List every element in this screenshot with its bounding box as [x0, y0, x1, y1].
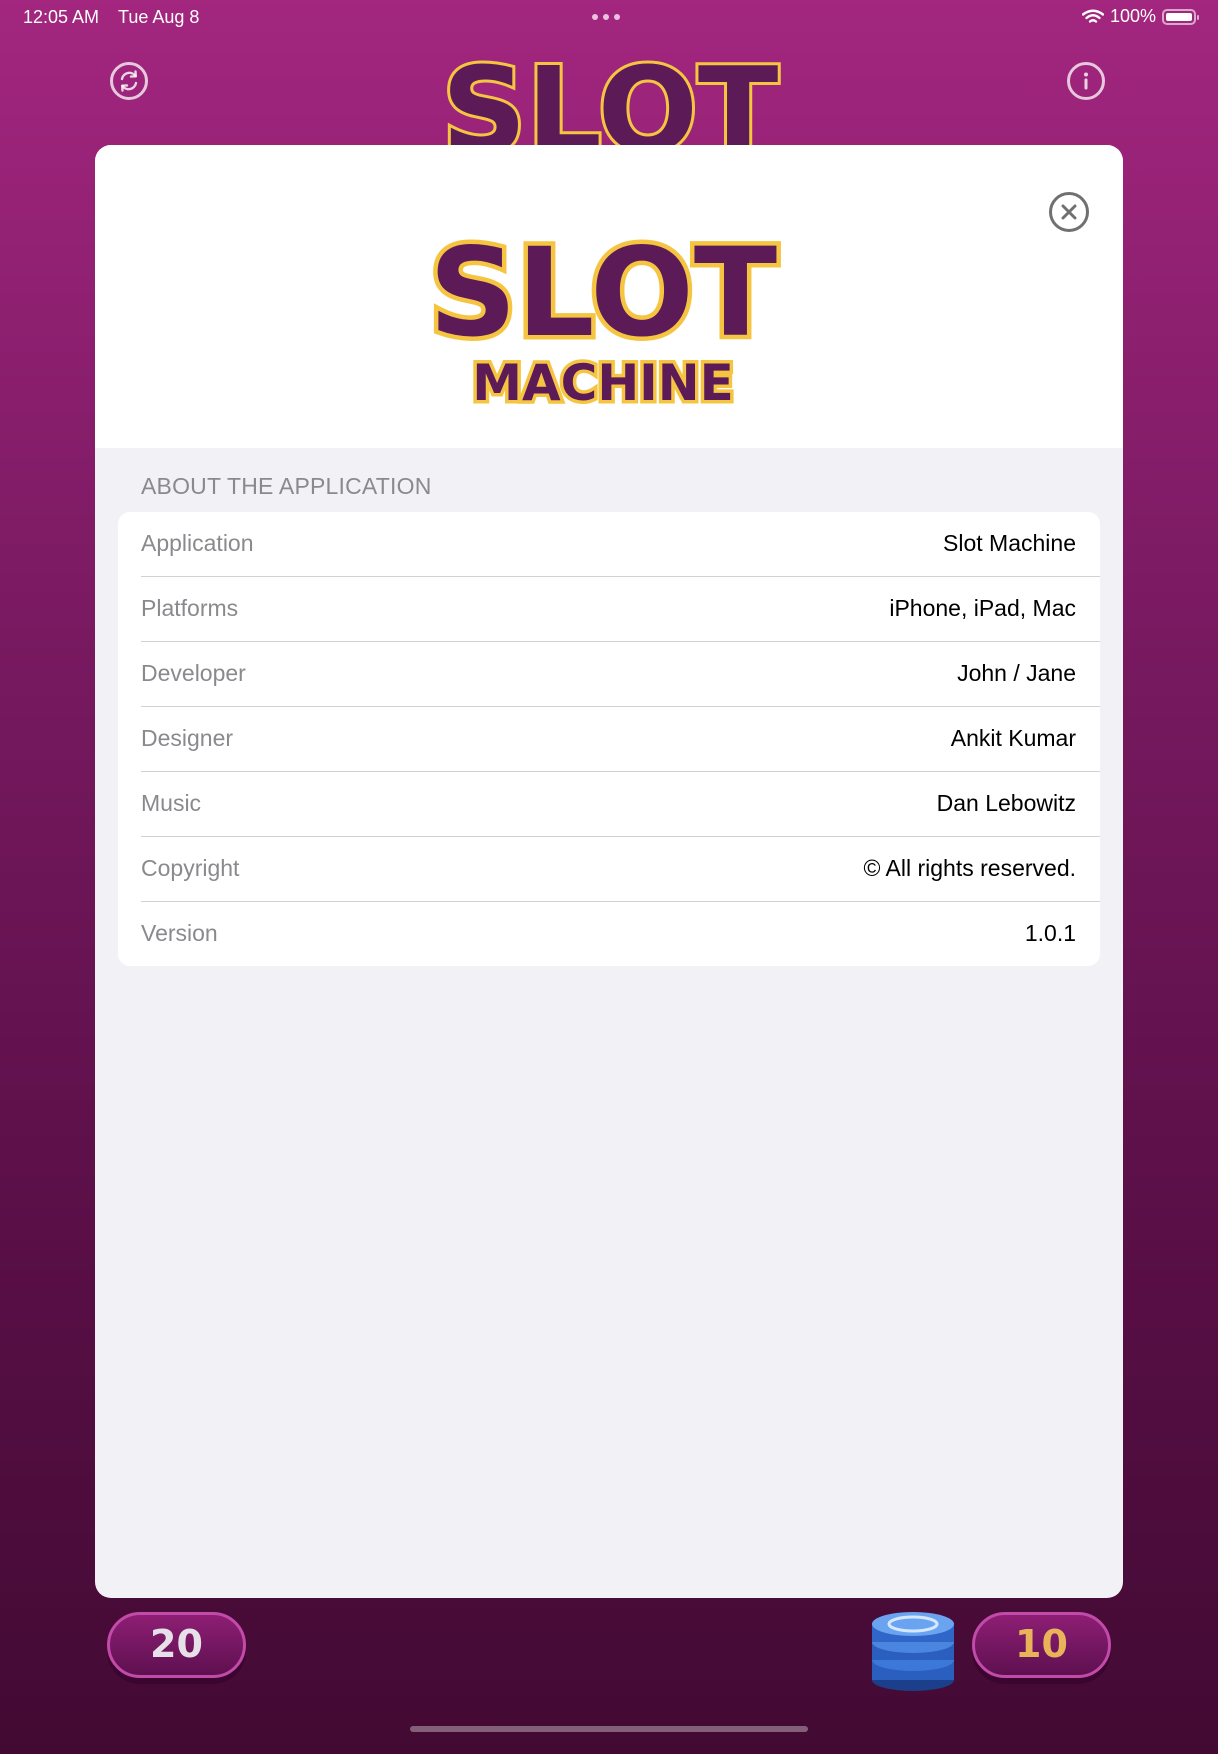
- xmark-circle-icon: [1061, 204, 1077, 220]
- row-label: Music: [141, 790, 202, 816]
- row-value: © All rights reserved.: [863, 855, 1076, 881]
- info-circle-icon: [1084, 72, 1088, 90]
- casino-chips-icon[interactable]: [868, 1598, 958, 1694]
- status-bar: 12:05 AM Tue Aug 8 100%: [0, 0, 1218, 34]
- row-value: John / Jane: [957, 660, 1076, 686]
- reset-button[interactable]: [110, 62, 148, 100]
- row-platforms: Platforms iPhone, iPad, Mac: [141, 577, 1100, 642]
- logo-word-machine: MACHINE: [472, 354, 734, 412]
- status-time: 12:05 AM: [23, 7, 100, 27]
- row-value: iPhone, iPad, Mac: [889, 595, 1076, 621]
- status-date: Tue Aug 8: [118, 7, 200, 27]
- status-indicators: 100%: [1081, 6, 1199, 27]
- row-designer: Designer Ankit Kumar: [141, 707, 1100, 772]
- row-value: Ankit Kumar: [950, 725, 1076, 751]
- row-label: Copyright: [141, 855, 240, 881]
- background-logo-text: SLOT: [442, 46, 779, 146]
- battery-percent: 100%: [1109, 6, 1156, 26]
- coins-display: 20: [107, 1612, 246, 1678]
- row-copyright: Copyright © All rights reserved.: [141, 837, 1100, 902]
- arrow-2-circlepath-icon: [120, 70, 138, 92]
- row-developer: Developer John / Jane: [141, 642, 1100, 707]
- row-value: Dan Lebowitz: [936, 790, 1076, 816]
- info-button[interactable]: [1067, 62, 1105, 100]
- row-label: Platforms: [141, 595, 239, 621]
- info-sheet: SLOT MACHINE ABOUT THE APPLICATION Appli…: [95, 145, 1123, 1598]
- close-button[interactable]: [1049, 192, 1089, 232]
- about-list: Application Slot Machine Platforms iPhon…: [118, 512, 1100, 966]
- row-music: Music Dan Lebowitz: [141, 772, 1100, 837]
- slot-machine-logo: SLOT MACHINE: [363, 200, 843, 420]
- row-label: Designer: [141, 725, 234, 751]
- background-logo: SLOT: [370, 46, 850, 146]
- row-value: Slot Machine: [943, 530, 1076, 556]
- section-title: ABOUT THE APPLICATION: [141, 473, 432, 499]
- row-label: Application: [141, 530, 254, 556]
- home-indicator: [410, 1726, 808, 1732]
- battery-icon: [1162, 8, 1199, 25]
- row-label: Developer: [141, 660, 246, 686]
- bet-display: 10: [972, 1612, 1111, 1678]
- row-value: 1.0.1: [1024, 920, 1076, 946]
- row-label: Version: [141, 920, 218, 946]
- multitasking-dots-icon[interactable]: [592, 14, 620, 20]
- wifi-icon: [1081, 9, 1104, 23]
- row-application: Application Slot Machine: [141, 512, 1100, 577]
- logo-word-slot: SLOT: [429, 222, 777, 364]
- sheet-header: SLOT MACHINE: [95, 145, 1123, 448]
- row-version: Version 1.0.1: [141, 902, 1100, 966]
